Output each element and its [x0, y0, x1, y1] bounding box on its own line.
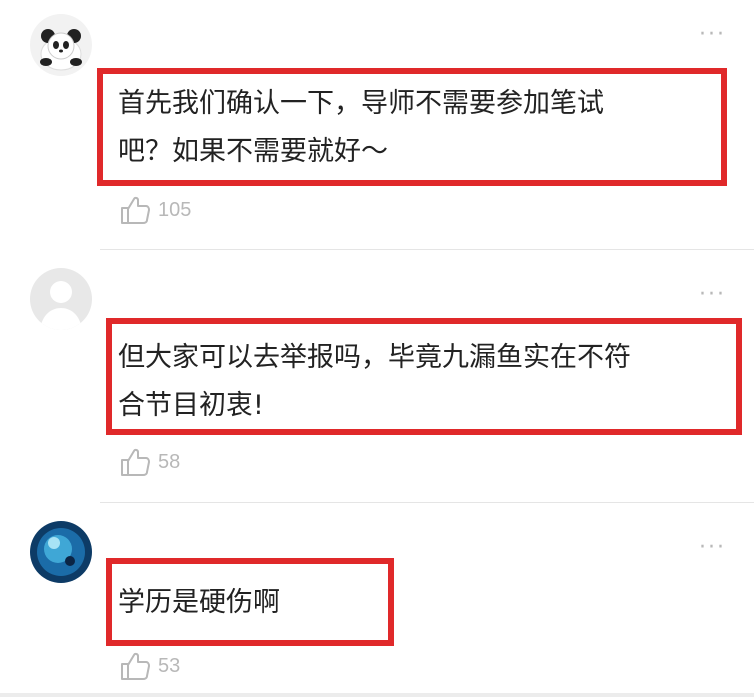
like-count: 58 [158, 450, 181, 473]
like-button[interactable]: 58 [118, 444, 180, 480]
default-user-avatar-icon [30, 268, 92, 330]
like-button[interactable]: 53 [118, 648, 180, 684]
comment-text: 但大家可以去举报吗，毕竟九漏鱼实在不符 合节目初衷! [118, 342, 631, 421]
user-avatar-panda[interactable] [30, 14, 92, 76]
more-options-button[interactable]: ··· [699, 284, 726, 306]
more-options-button[interactable]: ··· [699, 24, 726, 46]
comment-text: 学历是硬伤啊 [118, 587, 280, 618]
comment-text: 首先我们确认一下，导师不需要参加笔试 吧？如果不需要就好～ [118, 88, 604, 167]
thumbs-up-icon [121, 196, 150, 224]
blue-abstract-avatar-icon [30, 521, 92, 583]
user-avatar-blue[interactable] [30, 521, 92, 583]
user-avatar-default[interactable] [30, 268, 92, 330]
bottom-divider [0, 693, 754, 697]
more-options-button[interactable]: ··· [699, 537, 726, 559]
like-count: 53 [158, 654, 181, 677]
thumbs-up-icon [121, 448, 150, 476]
like-count: 105 [158, 198, 192, 221]
panda-avatar-icon [30, 14, 92, 76]
comment-item-2: ··· 但大家可以去举报吗，毕竟九漏鱼实在不符 合节目初衷! 58 [0, 250, 754, 503]
like-button[interactable]: 105 [118, 192, 191, 228]
comment-item-1: ··· 首先我们确认一下，导师不需要参加笔试 吧？如果不需要就好～ 105 [0, 0, 754, 250]
thumbs-up-icon [121, 652, 150, 680]
comment-item-3: ··· 学历是硬伤啊 53 [0, 503, 754, 693]
